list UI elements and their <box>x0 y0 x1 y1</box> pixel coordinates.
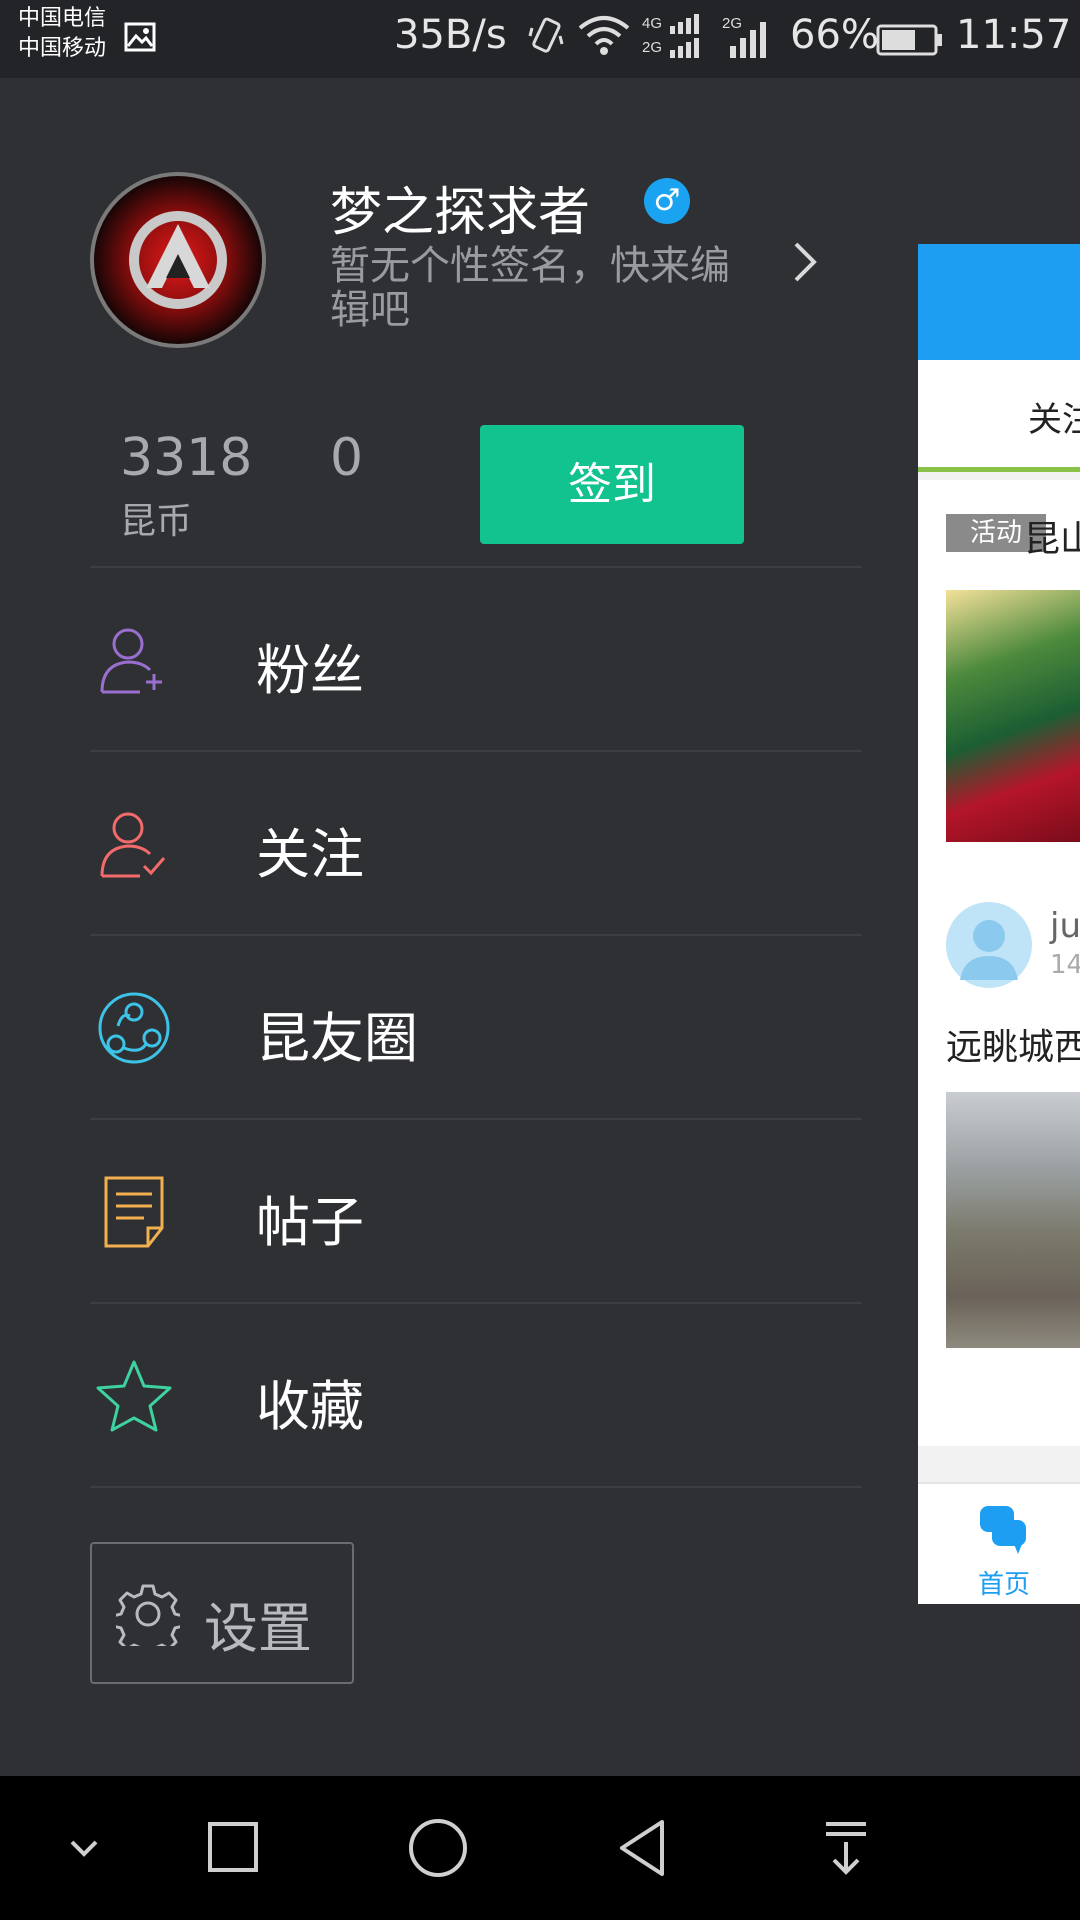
chat-bubble-icon[interactable] <box>978 1504 1028 1556</box>
signal-4g-icon: 4G 2G <box>642 14 699 58</box>
image-notification-icon <box>124 22 156 52</box>
carrier-2: 中国移动 <box>18 36 107 61</box>
menu-item-circle[interactable]: 昆友圈 <box>90 934 862 1118</box>
circle-icon <box>98 992 170 1064</box>
tab-home-label[interactable]: 首页 <box>978 1564 1030 1601</box>
avatar[interactable] <box>90 172 266 348</box>
peek-header <box>918 244 1080 360</box>
user-avatar <box>946 902 1032 988</box>
coins-label: 昆币 <box>120 501 193 542</box>
network-speed: 35B/s <box>394 12 507 58</box>
menu-item-label: 帖子 <box>256 1191 364 1254</box>
battery-percent: 66% <box>790 12 879 58</box>
post-image <box>946 1092 1080 1348</box>
checkin-button[interactable]: 签到 <box>480 425 744 544</box>
gear-icon <box>116 1584 180 1646</box>
feed-card[interactable]: ju 14 远眺城西 <box>918 858 1080 1446</box>
menu-item-fans[interactable]: 粉丝 <box>90 566 862 750</box>
drawer-menu: 粉丝 关注 昆友圈 帖子 收藏 <box>90 566 862 1488</box>
post-time: 14 <box>1050 950 1080 980</box>
bottom-tab-bar: 首页 <box>918 1482 1080 1604</box>
recents-square-icon[interactable] <box>206 1812 262 1884</box>
chevron-right-icon[interactable] <box>790 238 820 286</box>
post-icon <box>104 1176 164 1248</box>
star-icon <box>96 1360 172 1432</box>
avatar-logo-icon <box>129 211 227 309</box>
coins-stat: 3318 昆币 <box>120 428 252 544</box>
menu-item-label: 昆友圈 <box>256 1007 418 1070</box>
second-stat-value: 0 <box>330 428 364 488</box>
menu-divider <box>90 1486 862 1488</box>
card-title: 昆山 <box>1024 519 1080 560</box>
signal-1-top-label: 4G <box>642 15 662 32</box>
coins-value: 3318 <box>120 428 253 488</box>
male-gender-icon: ♂ <box>644 178 690 224</box>
menu-item-favorites[interactable]: 收藏 <box>90 1302 862 1486</box>
username[interactable]: 梦之探求者 <box>330 170 590 245</box>
fans-icon <box>100 628 162 694</box>
signal-2-label: 2G <box>722 15 742 32</box>
tab-follow[interactable]: 关注 <box>1028 392 1080 441</box>
battery-icon <box>876 24 942 56</box>
peek-tab-bar: 关注 <box>918 360 1080 472</box>
system-nav-bar <box>0 1776 1080 1920</box>
home-circle-icon[interactable] <box>406 1812 470 1884</box>
menu-item-follow[interactable]: 关注 <box>90 750 862 934</box>
menu-item-label: 关注 <box>256 823 364 886</box>
wifi-icon <box>578 16 630 55</box>
post-title: 远眺城西 <box>946 1027 1080 1068</box>
status-bar: 中国电信 中国移动 35B/s 4G 2G 2G 66% 11:57 <box>0 0 1080 78</box>
signature[interactable]: 暂无个性签名，快来编辑吧 <box>330 244 760 332</box>
settings-label: 设置 <box>204 1597 312 1660</box>
menu-item-posts[interactable]: 帖子 <box>90 1118 862 1302</box>
card-image <box>946 590 1080 842</box>
menu-item-label: 收藏 <box>256 1375 364 1438</box>
clock: 11:57 <box>956 12 1072 58</box>
settings-button[interactable]: 设置 <box>90 1542 354 1684</box>
chevron-down-icon[interactable] <box>64 1812 104 1884</box>
signal-2g-icon: 2G <box>722 15 766 58</box>
signal-1-bottom-label: 2G <box>642 39 662 56</box>
carrier-1: 中国电信 <box>18 6 107 31</box>
default-avatar-icon <box>960 920 1018 980</box>
carrier-names: 中国电信 中国移动 <box>18 4 106 64</box>
post-username: ju <box>1050 906 1080 946</box>
main-content-peek[interactable]: 关注 活动 昆山 ju 14 远眺城西 首页 <box>918 244 1080 1604</box>
menu-item-label: 粉丝 <box>256 639 364 702</box>
notification-pulldown-icon[interactable] <box>822 1812 870 1884</box>
vibrate-icon <box>528 17 564 53</box>
follow-icon <box>100 812 166 878</box>
back-triangle-icon[interactable] <box>614 1812 670 1884</box>
